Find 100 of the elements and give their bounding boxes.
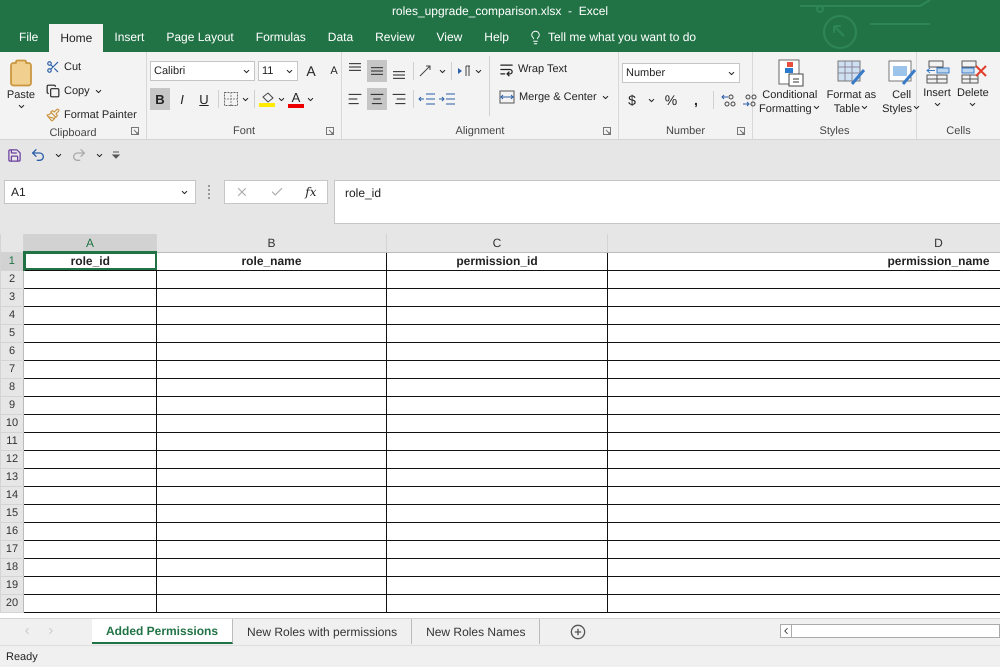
cut-button[interactable]: Cut (43, 56, 140, 78)
insert-function-button[interactable]: fx (305, 185, 317, 199)
format-painter-button[interactable]: Format Painter (43, 104, 140, 126)
wrap-text-button[interactable]: Wrap Text (496, 58, 613, 80)
row-header[interactable]: 15 (0, 504, 24, 522)
decrease-indent-icon[interactable] (418, 92, 436, 106)
font-style-button[interactable]: I (172, 88, 192, 110)
dropdown-caret-icon[interactable] (932, 100, 942, 109)
percent-button[interactable]: % (661, 89, 681, 111)
ribbon-tab[interactable]: Page Layout (155, 22, 245, 52)
scissors-icon (46, 60, 60, 74)
font-color-button[interactable]: A (288, 90, 304, 108)
group-label: Number (666, 125, 706, 137)
ribbon-tab[interactable]: File (8, 22, 50, 52)
number-format-field[interactable]: Number (622, 63, 740, 83)
dropdown-caret-icon[interactable] (812, 103, 821, 112)
ribbon-tab[interactable]: Data (316, 22, 364, 52)
row-header[interactable]: 5 (0, 324, 24, 342)
row-header[interactable]: 11 (0, 432, 24, 450)
row-header[interactable]: 7 (0, 360, 24, 378)
row-header[interactable]: 6 (0, 342, 24, 360)
styles-icon (836, 58, 866, 88)
merge-cells-icon (499, 90, 515, 104)
dropdown-caret-icon[interactable] (16, 102, 26, 111)
ribbon-tab[interactable]: Help (473, 22, 520, 52)
formula-input[interactable]: role_id (334, 180, 1000, 224)
group-label: Cells (946, 125, 971, 137)
font-style-button[interactable]: B (150, 88, 170, 110)
row-header[interactable]: 16 (0, 522, 24, 540)
styles-icon (886, 58, 917, 88)
text-align-icon (369, 91, 385, 107)
dialog-launcher-icon[interactable] (326, 127, 334, 135)
tell-me-search[interactable]: Tell me what you want to do (520, 22, 704, 52)
ribbon-tab[interactable]: View (426, 22, 474, 52)
copy-icon (46, 84, 60, 98)
column-header[interactable]: C (386, 234, 608, 252)
group-label: Clipboard (49, 126, 97, 138)
sheet-tab[interactable]: New Roles with permissions (233, 619, 412, 644)
row-header[interactable]: 1 (0, 252, 24, 270)
column-header[interactable]: B (156, 234, 386, 252)
row-header[interactable]: 17 (0, 540, 24, 558)
vertical-align-button[interactable] (367, 60, 387, 82)
row-header[interactable]: 14 (0, 486, 24, 504)
ribbon-tab[interactable]: Insert (103, 22, 156, 52)
group-label: Styles (820, 125, 850, 137)
increase-decimal-icon[interactable] (721, 93, 737, 107)
decrease-decimal-icon[interactable] (742, 93, 758, 107)
horizontal-align-button[interactable] (367, 88, 387, 110)
column-header[interactable]: D (608, 234, 1000, 252)
undo-icon[interactable] (30, 147, 46, 163)
group-label: Alignment (456, 125, 504, 137)
sheet-tab[interactable]: New Roles Names (412, 619, 540, 644)
ribbon-tab[interactable]: Formulas (244, 22, 317, 52)
sheet-tab[interactable]: Added Permissions (92, 619, 234, 644)
row-header[interactable]: 10 (0, 414, 24, 432)
add-sheet-icon[interactable] (570, 624, 586, 640)
ribbon-tab[interactable]: Review (364, 22, 426, 52)
row-header[interactable]: 9 (0, 396, 24, 414)
merge-center-button[interactable]: Merge & Center (496, 86, 613, 108)
copy-button[interactable]: Copy (43, 80, 140, 102)
fill-color-button[interactable] (259, 92, 275, 106)
font-style-button[interactable]: U (194, 88, 214, 110)
save-icon[interactable] (7, 148, 22, 162)
dropdown-caret-icon[interactable] (912, 103, 922, 112)
borders-icon[interactable] (223, 91, 239, 107)
row-header[interactable]: 4 (0, 306, 24, 324)
dialog-launcher-icon[interactable] (603, 127, 611, 135)
dialog-launcher-icon[interactable] (131, 127, 139, 135)
horizontal-scrollbar[interactable] (780, 624, 1000, 638)
name-box[interactable]: A1 (4, 180, 196, 204)
row-header[interactable]: 3 (0, 288, 24, 306)
paint-bucket-icon (260, 92, 274, 102)
row-header[interactable]: 12 (0, 450, 24, 468)
styles-button[interactable]: Format as Table (824, 56, 880, 123)
comma-button[interactable]: , (686, 89, 706, 111)
font-name-field[interactable]: Calibri (150, 61, 255, 81)
row-header[interactable]: 20 (0, 594, 24, 612)
column-header[interactable]: A (24, 234, 156, 252)
row-header[interactable]: 18 (0, 558, 24, 576)
paragraph-direction-icon[interactable] (456, 64, 472, 78)
increase-font-button[interactable]: A (301, 60, 321, 82)
dropdown-caret-icon[interactable] (968, 100, 978, 109)
status-text: Ready (6, 650, 38, 662)
decrease-font-button[interactable]: A (324, 60, 344, 82)
font-size-field[interactable]: 11 (258, 61, 298, 81)
row-header[interactable]: 2 (0, 270, 24, 288)
row-header[interactable]: 13 (0, 468, 24, 486)
customize-toolbar-icon[interactable] (112, 151, 120, 159)
ribbon-tab[interactable]: Home (49, 24, 104, 52)
cells-button[interactable]: Delete (954, 56, 992, 123)
styles-button[interactable]: Conditional Formatting (756, 56, 824, 123)
row-header[interactable]: 19 (0, 576, 24, 594)
dropdown-caret-icon[interactable] (860, 103, 869, 112)
currency-button[interactable]: $ (622, 89, 642, 111)
dialog-launcher-icon[interactable] (737, 127, 745, 135)
increase-indent-icon[interactable] (438, 92, 456, 106)
table-cell: role_name (156, 252, 386, 270)
row-header[interactable]: 8 (0, 378, 24, 396)
vertical-align-icon (393, 71, 405, 79)
paste-button[interactable]: Paste (3, 56, 39, 126)
